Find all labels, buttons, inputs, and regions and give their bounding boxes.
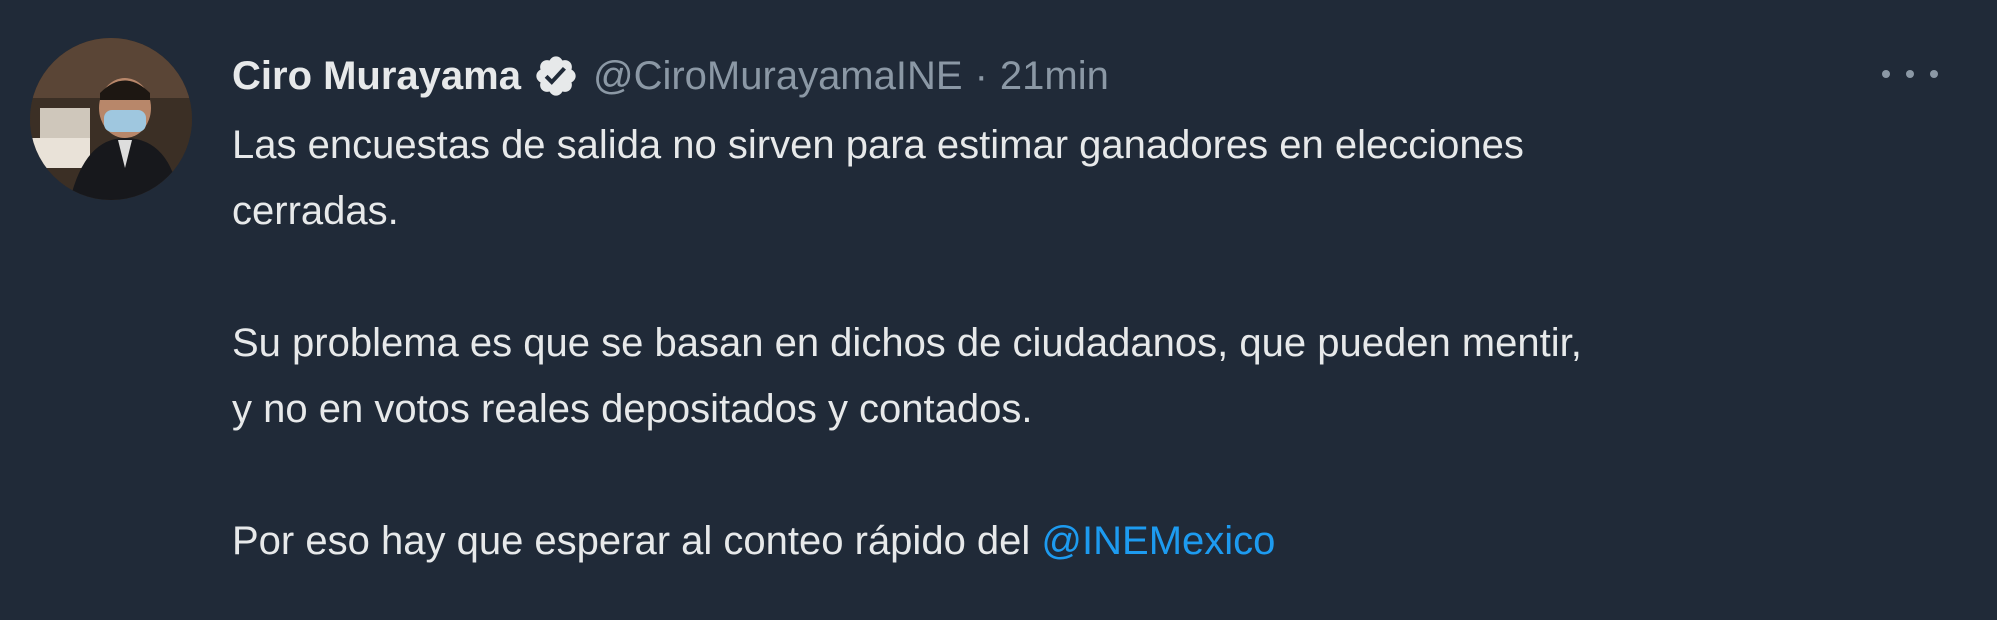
author-display-name[interactable]: Ciro Murayama	[232, 54, 521, 99]
more-dot	[1906, 70, 1914, 78]
tweet-timestamp[interactable]: 21min	[1000, 54, 1109, 99]
tweet-line: Su problema es que se basan en dichos de…	[232, 321, 1582, 365]
more-dot	[1930, 70, 1938, 78]
tweet-header: Ciro Murayama @CiroMurayamaINE · 21min	[232, 40, 1932, 112]
tweet-text: Las encuestas de salida no sirven para e…	[232, 112, 1932, 574]
tweet[interactable]: Ciro Murayama @CiroMurayamaINE · 21min L…	[0, 0, 1997, 620]
tweet-paragraph-3: Por eso hay que esperar al conteo rápido…	[232, 508, 1932, 574]
mention-link[interactable]: @INEMexico	[1041, 519, 1275, 563]
separator-dot: ·	[974, 53, 988, 98]
avatar[interactable]	[30, 38, 192, 200]
tweet-content: Ciro Murayama @CiroMurayamaINE · 21min L…	[232, 40, 1932, 574]
verified-badge-icon	[533, 53, 579, 99]
tweet-line: Por eso hay que esperar al conteo rápido…	[232, 519, 1042, 563]
tweet-line: cerradas.	[232, 189, 399, 233]
profile-photo-image	[30, 38, 192, 200]
tweet-paragraph-2: Su problema es que se basan en dichos de…	[232, 310, 1932, 442]
more-dot	[1882, 70, 1890, 78]
tweet-paragraph-1: Las encuestas de salida no sirven para e…	[232, 112, 1932, 244]
tweet-line: y no en votos reales depositados y conta…	[232, 387, 1033, 431]
tweet-line: Las encuestas de salida no sirven para e…	[232, 123, 1524, 167]
author-handle[interactable]: @CiroMurayamaINE	[593, 54, 963, 99]
more-options-icon[interactable]	[1882, 54, 1938, 94]
